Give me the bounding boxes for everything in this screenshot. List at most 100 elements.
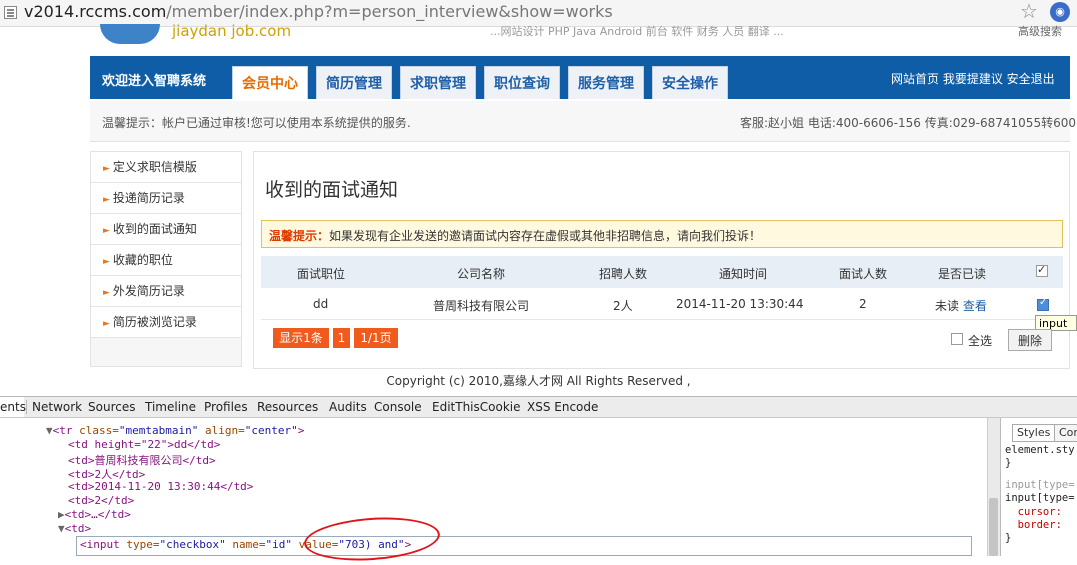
delete-button[interactable]: 删除: [1008, 329, 1052, 351]
top-nav-links[interactable]: ...网站设计 PHP Java Android 前台 软件 财务 人员 翻译 …: [490, 23, 784, 39]
dom-value: "id": [265, 538, 292, 551]
devtools-tab-profiles[interactable]: Profiles: [204, 400, 248, 414]
tab-separator: [26, 400, 27, 414]
dom-attr: type=: [126, 538, 160, 551]
dom-value: "memtabmain": [118, 424, 199, 437]
cell-notice-time: 2014-11-20 13:30:44: [676, 297, 804, 311]
pager-count: 显示1条: [273, 328, 329, 348]
arrow-right-icon: ►: [103, 195, 110, 205]
sidebar-item-resume-views[interactable]: ► 简历被浏览记录: [91, 307, 241, 338]
tab-security[interactable]: 安全操作: [652, 66, 728, 99]
contact-info: 客服:赵小姐 电话:400-6606-156 传真:029-68741055转6…: [740, 116, 1076, 130]
dom-line-td[interactable]: <td height="22">dd</td>: [68, 438, 220, 451]
view-link[interactable]: 查看: [963, 299, 987, 313]
welcome-text: 欢迎进入智聘系统: [102, 74, 207, 89]
devtools-tab-timeline[interactable]: Timeline: [145, 400, 196, 414]
devtools-tab-console[interactable]: Console: [374, 400, 422, 414]
dom-line-td[interactable]: <td>2</td>: [68, 494, 134, 507]
dom-value: "checkbox": [159, 538, 226, 551]
site-logo[interactable]: [100, 24, 160, 44]
sidebar-item-label: 简历被浏览记录: [112, 315, 197, 329]
devtools-tab-audits[interactable]: Audits: [329, 400, 367, 414]
extension-icon[interactable]: ◉: [1050, 2, 1070, 22]
dom-line-tr[interactable]: ▼<tr class="memtabmain" align="center">: [46, 424, 304, 437]
style-rule[interactable]: input[type=: [1005, 492, 1075, 504]
style-rule: }: [1005, 457, 1012, 469]
devtools-tab-editthiscookie[interactable]: EditThisCookie: [432, 400, 521, 414]
pager-total: 1/1页: [354, 328, 398, 348]
dom-tag: <td>…</td>: [64, 508, 131, 521]
style-rule[interactable]: input[type=: [1005, 479, 1075, 491]
sidebar-item-label: 投递简历记录: [112, 191, 185, 205]
devtools-tab-sources[interactable]: Sources: [88, 400, 135, 414]
style-rule: }: [1005, 532, 1012, 544]
style-prop[interactable]: cursor:: [1005, 506, 1062, 518]
pager-page-button[interactable]: 1: [333, 328, 350, 348]
account-notice: 温馨提示：帐户已通过审核!您可以使用本系统提供的服务.: [102, 116, 411, 130]
computed-tab[interactable]: Con: [1054, 424, 1077, 442]
url-host: v2014.rccms.com: [24, 2, 167, 21]
select-all-checkbox[interactable]: [951, 333, 963, 345]
advanced-search-link[interactable]: 高级搜索: [1018, 23, 1062, 39]
row-checkbox[interactable]: [1037, 297, 1049, 311]
dom-value: "center": [244, 424, 298, 437]
page-title: 收到的面试通知: [265, 179, 399, 201]
style-rule[interactable]: element.sty: [1005, 444, 1075, 456]
cell-hiring-count: 2人: [613, 299, 633, 313]
page-icon: [4, 6, 17, 19]
sidebar-item-label: 收藏的职位: [112, 253, 173, 267]
sidebar-item-sent-resumes[interactable]: ► 外发简历记录: [91, 276, 241, 307]
arrow-right-icon: ►: [103, 164, 110, 174]
tab-job-search-management[interactable]: 求职管理: [400, 66, 476, 99]
arrow-right-icon: ►: [103, 226, 110, 236]
arrow-right-icon: ►: [103, 288, 110, 298]
dom-tag: >: [297, 424, 305, 437]
dom-tag: <input: [80, 538, 127, 551]
warning-tip-text: 如果发现有企业发送的邀请面试内容存在虚假或其他非招聘信息，请向我们投诉！: [329, 229, 762, 243]
column-header-hiring-count: 招聘人数: [599, 267, 648, 281]
column-header-read-status: 是否已读: [938, 267, 987, 281]
warning-tip: 温馨提示：如果发现有企业发送的邀请面试内容存在虚假或其他非招聘信息，请向我们投诉…: [269, 227, 761, 244]
devtools-scrollbar-thumb[interactable]: [989, 498, 998, 556]
sidebar-item-interview-notices[interactable]: ► 收到的面试通知: [91, 214, 241, 245]
styles-tab[interactable]: Styles: [1012, 424, 1056, 442]
devtools-tab-xss-encode[interactable]: XSS Encode: [527, 400, 598, 414]
sidebar-item-label: 收到的面试通知: [112, 222, 197, 236]
nav-right-links[interactable]: 网站首页 我要提建议 安全退出: [891, 70, 1055, 87]
cell-position: dd: [313, 297, 329, 311]
arrow-right-icon: ►: [103, 257, 110, 267]
dom-attr: name=: [225, 538, 266, 551]
row-divider: [261, 319, 1063, 320]
select-all-header-checkbox[interactable]: [1036, 263, 1048, 277]
sidebar-item-cover-letter-template[interactable]: ► 定义求职信模版: [91, 152, 241, 183]
dom-attr: align=: [198, 424, 245, 437]
cell-read-status: 未读 查看: [935, 297, 987, 314]
dom-line-td[interactable]: <td>2014-11-20 13:30:44</td>: [68, 480, 253, 493]
devtools-tab-resources[interactable]: Resources: [257, 400, 318, 414]
sidebar-item-saved-positions[interactable]: ► 收藏的职位: [91, 245, 241, 276]
style-prop[interactable]: border:: [1005, 519, 1062, 531]
select-all-label[interactable]: 全选: [968, 332, 992, 349]
site-logo-text: jiaydan job.com: [172, 22, 292, 40]
devtools-tab-elements[interactable]: ents: [0, 400, 26, 414]
warning-tip-label: 温馨提示：: [269, 229, 330, 243]
tab-position-query[interactable]: 职位查询: [484, 66, 560, 99]
dom-attr: class=: [79, 424, 119, 437]
dom-tag: <td>: [64, 522, 92, 535]
sidebar-item-applications[interactable]: ► 投递简历记录: [91, 183, 241, 214]
url-text[interactable]: v2014.rccms.com/member/index.php?m=perso…: [24, 2, 613, 21]
dom-line-td-collapsed[interactable]: ▶<td>…</td>: [58, 508, 131, 521]
tab-resume-management[interactable]: 简历管理: [316, 66, 392, 99]
tab-service-management[interactable]: 服务管理: [568, 66, 644, 99]
tab-member-center[interactable]: 会员中心: [232, 66, 308, 99]
devtools-tab-network[interactable]: Network: [32, 400, 82, 414]
cell-interview-count: 2: [859, 297, 867, 311]
devtools-panel: [0, 396, 1077, 557]
dom-line-td-open[interactable]: ▼<td>: [58, 522, 91, 535]
bookmark-star-icon[interactable]: ☆: [1020, 0, 1038, 23]
column-header-company: 公司名称: [457, 267, 506, 281]
sidebar-item-label: 定义求职信模版: [112, 160, 197, 174]
url-path: /member/index.php?m=person_interview&sho…: [166, 2, 613, 21]
cell-company: 普周科技有限公司: [433, 299, 530, 313]
dom-tag: <tr: [52, 424, 80, 437]
